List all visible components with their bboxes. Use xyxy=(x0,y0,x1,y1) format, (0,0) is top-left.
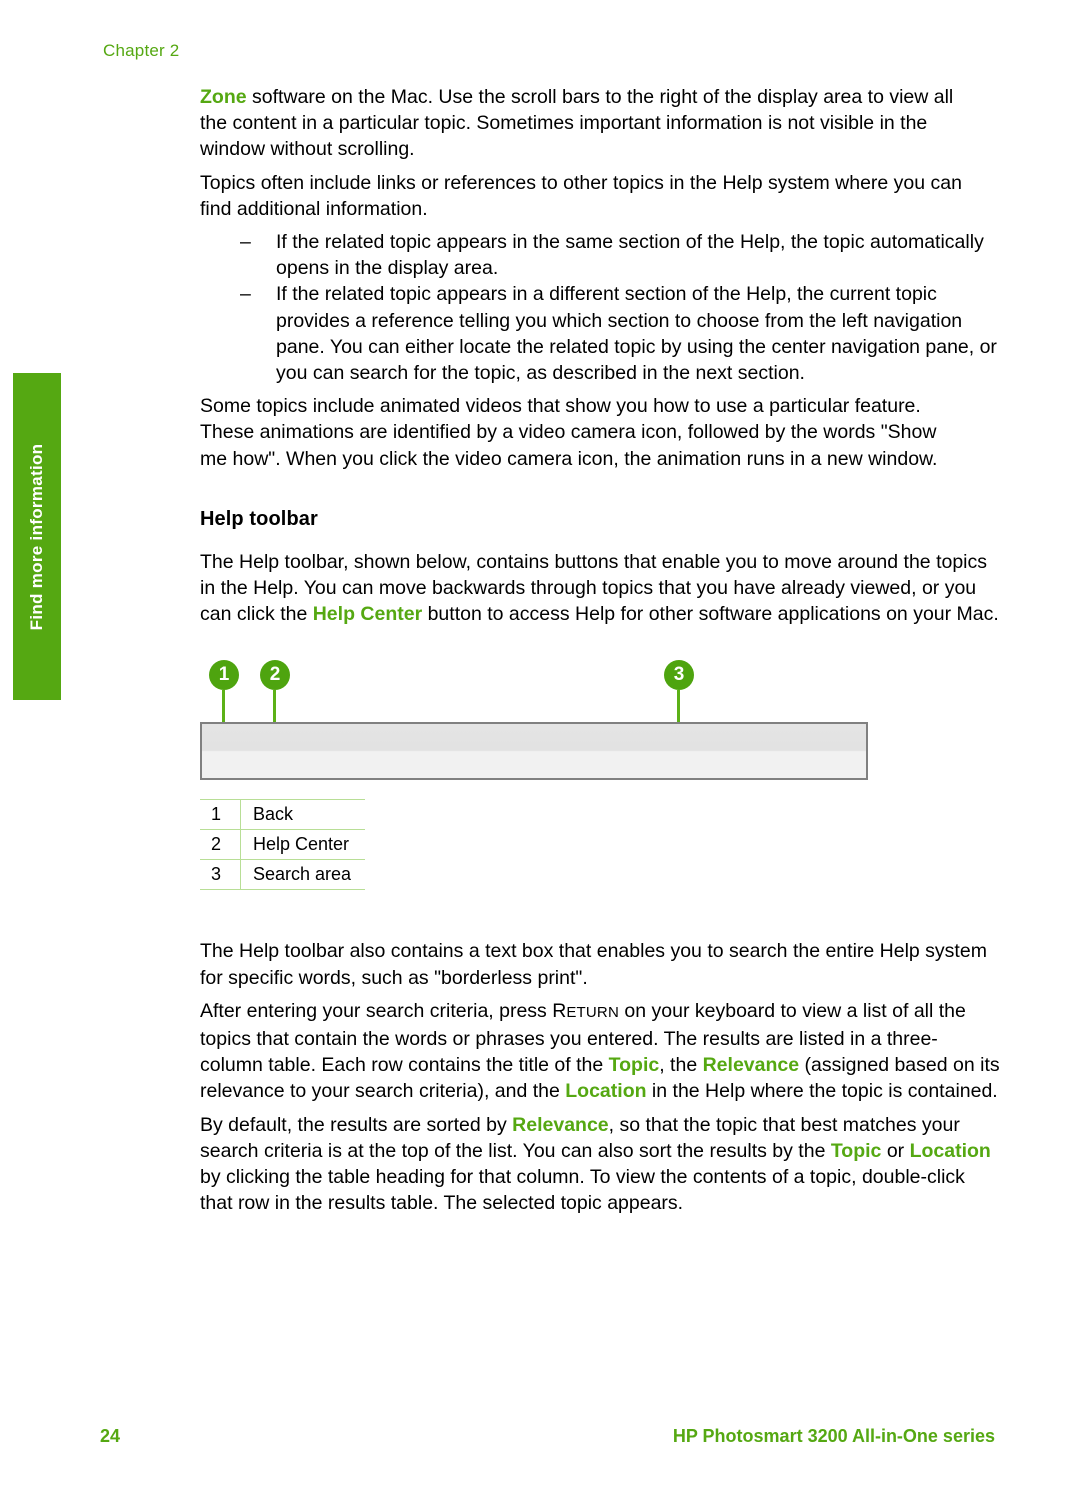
dash-list-item: – If the related topic appears in a diff… xyxy=(240,281,1000,386)
table-row: 3 Search area xyxy=(200,859,366,891)
section-heading-help-toolbar: Help toolbar xyxy=(200,507,318,530)
dash-item-text: If the related topic appears in a differ… xyxy=(276,283,997,385)
sorting-part-d: by clicking the table heading for that c… xyxy=(200,1166,965,1215)
footer-product-name: HP Photosmart 3200 All-in-One series xyxy=(672,1426,995,1446)
dash-marker-icon: – xyxy=(240,283,251,306)
zone-keyword: Zone xyxy=(200,86,247,108)
help-center-keyword: Help Center xyxy=(312,603,423,626)
legend-number: 1 xyxy=(200,799,241,831)
dash-marker-icon: – xyxy=(240,231,251,254)
help-toolbar-intro-part2: button to access Help for other software… xyxy=(422,603,999,626)
dash-list: – If the related topic appears in the sa… xyxy=(200,229,1000,386)
help-toolbar-screenshot xyxy=(200,722,868,781)
legend-label: Help Center xyxy=(240,829,366,861)
sorting-part-c: or xyxy=(881,1139,910,1162)
legend-number: 2 xyxy=(200,829,241,861)
paragraph-animated-videos: Some topics include animated videos that… xyxy=(200,395,938,470)
sorting-part-a: By default, the results are sorted by xyxy=(200,1113,513,1136)
paragraph-topics-links: Topics often include links or references… xyxy=(200,171,962,220)
dash-list-item: – If the related topic appears in the sa… xyxy=(240,229,1000,281)
legend-label: Search area xyxy=(240,859,366,891)
side-tab: Find more information xyxy=(13,373,61,700)
side-tab-label: Find more information xyxy=(27,443,46,630)
document-page: Chapter 2 Find more information Zone sof… xyxy=(0,0,1080,1495)
relevance-keyword: Relevance xyxy=(702,1054,800,1077)
help-toolbar-figure: 1 2 3 xyxy=(200,660,900,795)
legend-number: 3 xyxy=(200,859,241,891)
dash-item-text: If the related topic appears in the same… xyxy=(276,231,984,280)
zone-paragraph-rest: software on the Mac. Use the scroll bars… xyxy=(200,86,954,161)
topic-keyword: Topic xyxy=(608,1054,660,1077)
paragraph-search-textbox: The Help toolbar also contains a text bo… xyxy=(200,940,987,989)
paragraph-help-toolbar-intro: The Help toolbar, shown below, contains … xyxy=(200,549,1000,628)
callout-marker-3: 3 xyxy=(664,660,694,691)
return-key-first-letter: R xyxy=(552,999,567,1022)
search-results-part-a: After entering your search criteria, pre… xyxy=(200,999,553,1022)
footer-page-number: 24 xyxy=(100,1426,121,1446)
table-row: 2 Help Center xyxy=(200,829,366,861)
search-results-part-e: in the Help where the topic is contained… xyxy=(646,1080,998,1103)
page-content: Zone software on the Mac. Use the scroll… xyxy=(200,84,1000,1216)
callout-legend-table: 1 Back 2 Help Center 3 Search area xyxy=(200,799,366,891)
search-results-part-c: , the xyxy=(659,1054,703,1077)
paragraph-search-results: After entering your search criteria, pre… xyxy=(200,998,1000,1105)
callout-marker-1: 1 xyxy=(209,660,239,691)
legend-label: Back xyxy=(240,799,366,831)
topic-keyword: Topic xyxy=(830,1139,882,1162)
callout-marker-2: 2 xyxy=(260,660,290,691)
relevance-keyword: Relevance xyxy=(512,1113,609,1136)
return-key-rest: ETURN xyxy=(566,1003,619,1021)
location-keyword: Location xyxy=(909,1139,991,1162)
paragraph-zone-software: Zone software on the Mac. Use the scroll… xyxy=(200,84,965,163)
chapter-header: Chapter 2 xyxy=(103,41,180,60)
paragraph-sorting-results: By default, the results are sorted by Re… xyxy=(200,1112,1000,1217)
table-row: 1 Back xyxy=(200,799,366,831)
location-keyword: Location xyxy=(565,1080,647,1103)
